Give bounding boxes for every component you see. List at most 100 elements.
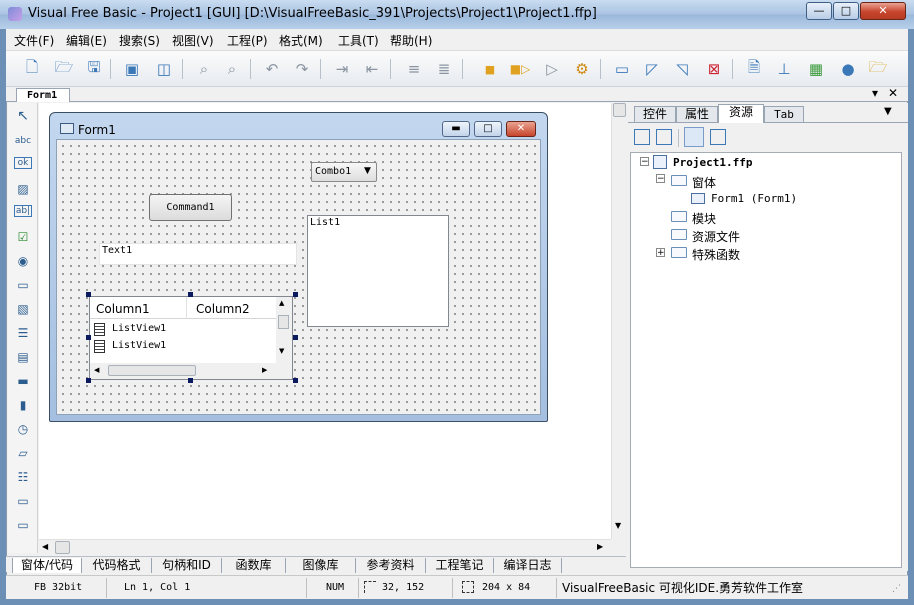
replace-icon[interactable]: ⌕ bbox=[220, 57, 244, 81]
resize-handle[interactable] bbox=[188, 292, 193, 297]
add-module-icon[interactable]: ◫ bbox=[152, 57, 176, 81]
checkbox-tool-icon[interactable]: ☑ bbox=[14, 229, 32, 245]
tab-dropdown-icon[interactable]: ▾ bbox=[872, 86, 878, 100]
run-icon[interactable]: ▷ bbox=[540, 57, 564, 81]
tab-project-notes[interactable]: 工程笔记 bbox=[426, 558, 494, 573]
event-icon[interactable]: ◹ bbox=[670, 57, 694, 81]
tab-reference[interactable]: 参考资料 bbox=[356, 558, 426, 573]
tree-resources-folder[interactable]: 资源文件 bbox=[692, 228, 740, 245]
radio-tool-icon[interactable]: ◉ bbox=[14, 253, 32, 269]
message-icon[interactable]: ◸ bbox=[640, 57, 664, 81]
hscroll-thumb[interactable] bbox=[55, 541, 70, 554]
tab-form1[interactable]: Form1 bbox=[16, 88, 70, 102]
tab-code-format[interactable]: 代码格式 bbox=[82, 558, 152, 573]
open-project-icon[interactable]: 🗁 bbox=[866, 57, 890, 81]
menu-help[interactable]: 帮助(H) bbox=[390, 32, 432, 49]
menu-edit[interactable]: 编辑(E) bbox=[66, 32, 107, 49]
comment-icon[interactable]: ≡ bbox=[402, 57, 426, 81]
fb-file-icon[interactable]: 🗎 bbox=[742, 57, 766, 81]
resize-handle[interactable] bbox=[293, 335, 298, 340]
frame-tool-icon[interactable]: ▭ bbox=[14, 277, 32, 293]
textbox-tool-icon[interactable]: ab| bbox=[14, 205, 32, 217]
hierarchy-icon[interactable]: ⊥ bbox=[772, 57, 796, 81]
tree-modules-folder[interactable]: 模块 bbox=[692, 210, 716, 227]
panel-dropdown-icon[interactable]: ▼ bbox=[884, 106, 892, 117]
resize-handle[interactable] bbox=[86, 292, 91, 297]
save-icon[interactable]: 🖫 bbox=[82, 57, 106, 81]
form-window[interactable]: Form1 ▬ □ ✕ Combo1 ▼ Command1 List1 Text… bbox=[49, 112, 548, 422]
design-horizontal-scrollbar[interactable]: ◀ ▶ bbox=[39, 539, 611, 555]
tree-expand-icon[interactable]: + bbox=[656, 248, 665, 258]
listbox-tool-icon[interactable]: ☰ bbox=[14, 325, 32, 341]
maximize-button[interactable]: □ bbox=[833, 2, 859, 20]
vscroll-tool-icon[interactable]: ▮ bbox=[14, 397, 32, 413]
indent-icon[interactable]: ⇥ bbox=[330, 57, 354, 81]
column-header-2[interactable]: Column2 bbox=[196, 302, 250, 316]
menu-format[interactable]: 格式(M) bbox=[279, 32, 323, 49]
tab-tab[interactable]: Tab bbox=[764, 106, 804, 122]
resize-handle[interactable] bbox=[86, 335, 91, 340]
open-folder-icon[interactable]: 🗁 bbox=[52, 57, 76, 81]
statusbar-tool-icon[interactable]: ▭ bbox=[14, 517, 32, 533]
tab-properties[interactable]: 属性 bbox=[676, 106, 718, 122]
timer-tool-icon[interactable]: ◷ bbox=[14, 421, 32, 437]
progress-tool-icon[interactable]: ▭ bbox=[14, 493, 32, 509]
tab-controls[interactable]: 控件 bbox=[634, 106, 676, 122]
close-button[interactable]: ✕ bbox=[860, 2, 906, 20]
tree-collapse-icon[interactable]: − bbox=[656, 174, 665, 184]
combo-control[interactable]: Combo1 ▼ bbox=[311, 162, 377, 182]
vscroll-thumb[interactable] bbox=[613, 103, 626, 117]
info-bubble-icon[interactable]: ● bbox=[836, 57, 860, 81]
delete-window-icon[interactable]: ⊠ bbox=[702, 57, 726, 81]
column-header-1[interactable]: Column1 bbox=[96, 302, 150, 316]
resize-handle[interactable] bbox=[293, 378, 298, 383]
new-file-icon[interactable]: 🗋 bbox=[20, 57, 44, 81]
add-form-icon[interactable]: ▣ bbox=[120, 57, 144, 81]
stop-icon[interactable]: ■ bbox=[478, 57, 502, 81]
collapse-tree-icon[interactable] bbox=[710, 129, 726, 145]
uncomment-icon[interactable]: ≣ bbox=[432, 57, 456, 81]
minimize-button[interactable]: — bbox=[806, 2, 832, 20]
compile-run-icon[interactable]: ■▷ bbox=[508, 57, 532, 81]
resize-handle[interactable] bbox=[293, 292, 298, 297]
menu-file[interactable]: 文件(F) bbox=[14, 32, 54, 49]
listbox-control[interactable]: List1 bbox=[307, 215, 449, 327]
hscroll-tool-icon[interactable]: ▬ bbox=[14, 373, 32, 389]
scroll-down-arrow-icon[interactable]: ▼ bbox=[615, 521, 621, 530]
textbox-control[interactable]: Text1 bbox=[99, 243, 297, 265]
listview-vscroll[interactable]: ▲ ▼ bbox=[276, 297, 292, 363]
resize-handle[interactable] bbox=[188, 378, 193, 383]
listview-hscroll[interactable]: ◀ ▶ bbox=[90, 363, 292, 379]
expand-tree-icon[interactable] bbox=[684, 127, 704, 147]
combobox-tool-icon[interactable]: ▤ bbox=[14, 349, 32, 365]
window-icon[interactable]: ▭ bbox=[610, 57, 634, 81]
design-vertical-scrollbar[interactable]: ▼ bbox=[611, 103, 627, 539]
scroll-right-arrow-icon[interactable]: ▶ bbox=[597, 542, 603, 551]
menu-search[interactable]: 搜索(S) bbox=[119, 32, 160, 49]
outdent-icon[interactable]: ⇤ bbox=[360, 57, 384, 81]
tab-handle-id[interactable]: 句柄和ID bbox=[152, 558, 222, 573]
tree-forms-folder[interactable]: 窗体 bbox=[692, 174, 716, 191]
listview-tool-icon[interactable]: ☷ bbox=[14, 469, 32, 485]
tab-close-icon[interactable]: ✕ bbox=[888, 86, 898, 100]
tab-resources[interactable]: 资源 bbox=[718, 104, 764, 123]
listview-control[interactable]: Column1 Column2 ListView1 ListView1 ▲ ▼ … bbox=[89, 296, 293, 380]
resize-handle[interactable] bbox=[86, 378, 91, 383]
find-icon[interactable]: ⌕ bbox=[192, 57, 216, 81]
build-settings-icon[interactable]: ⚙ bbox=[570, 57, 594, 81]
tree-project-root[interactable]: Project1.ffp bbox=[673, 156, 752, 169]
tree-form1-item[interactable]: Form1 (Form1) bbox=[711, 192, 797, 205]
menu-tools[interactable]: 工具(T) bbox=[338, 32, 379, 49]
menu-project[interactable]: 工程(P) bbox=[227, 32, 268, 49]
scroll-left-arrow-icon[interactable]: ◀ bbox=[42, 542, 48, 551]
label-tool-icon[interactable]: abc bbox=[14, 133, 32, 149]
picture-tool-icon[interactable]: ▨ bbox=[14, 181, 32, 197]
tab-form-code[interactable]: 窗体/代码 bbox=[12, 558, 82, 573]
color-grid-icon[interactable]: ▦ bbox=[804, 57, 828, 81]
tab-image-library[interactable]: 图像库 bbox=[286, 558, 356, 573]
button-tool-icon[interactable]: ok bbox=[14, 157, 32, 169]
redo-icon[interactable]: ↷ bbox=[290, 57, 314, 81]
undo-icon[interactable]: ↶ bbox=[260, 57, 284, 81]
menu-view[interactable]: 视图(V) bbox=[172, 32, 214, 49]
view-code-icon[interactable] bbox=[656, 129, 672, 145]
